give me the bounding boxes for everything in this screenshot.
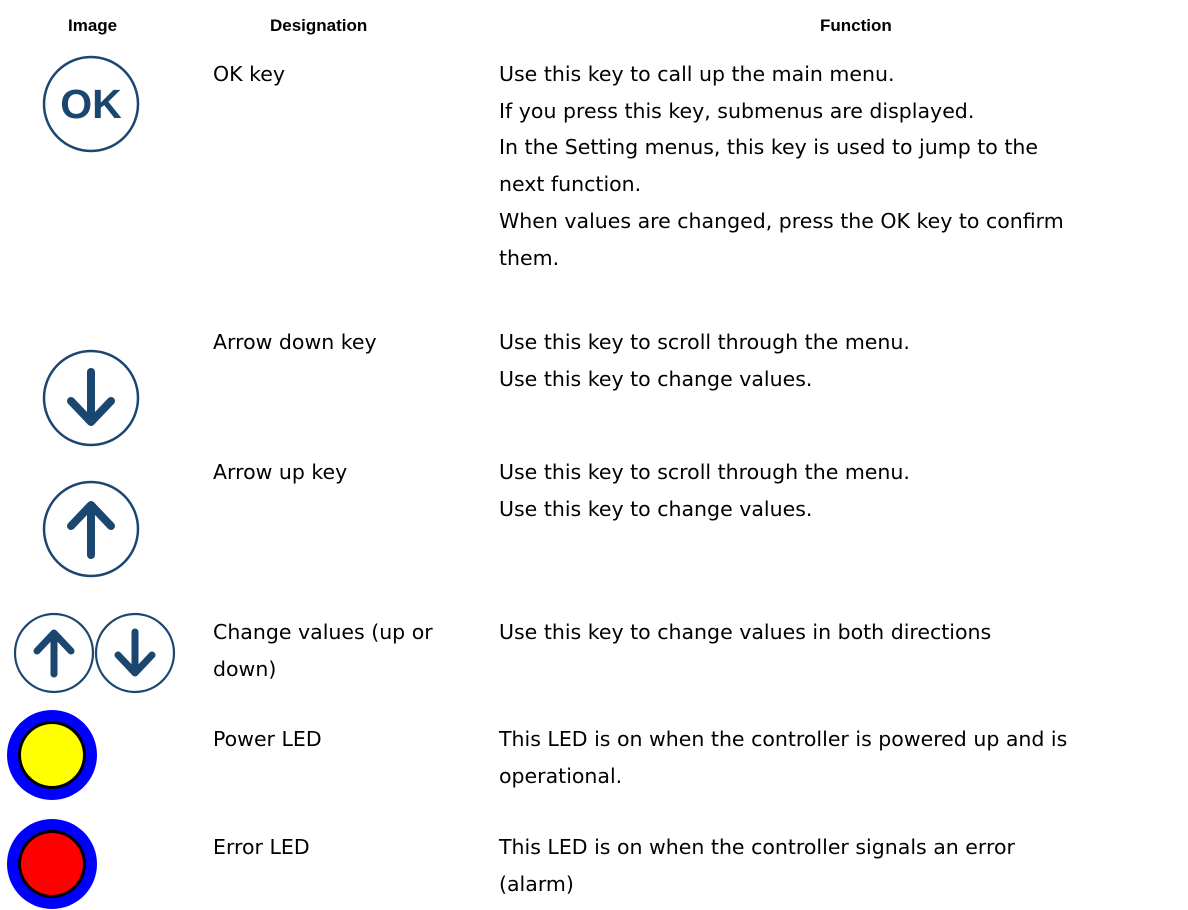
column-header-image: Image <box>68 16 118 35</box>
function-line: (alarm) <box>499 871 574 896</box>
designation-error-led: Error LED <box>213 829 483 866</box>
function-line: next function. <box>499 172 642 197</box>
function-line: operational. <box>499 763 623 788</box>
column-header-designation: Designation <box>270 16 368 35</box>
up-down-keys-icon <box>13 612 176 694</box>
designation-line: Power LED <box>213 727 322 751</box>
designation-change-values: Change values (up or down) <box>213 614 483 687</box>
function-line: When values are changed, press the OK ke… <box>499 208 1064 233</box>
designation-power-led: Power LED <box>213 721 483 758</box>
arrow-up-key-icon <box>42 480 140 578</box>
column-header-function: Function <box>820 16 892 35</box>
function-line: If you press this key, submenus are disp… <box>499 98 975 123</box>
power-led-icon <box>7 710 97 800</box>
function-line: This LED is on when the controller signa… <box>499 835 1015 859</box>
ok-key-icon: OK <box>42 55 140 153</box>
function-line: This LED is on when the controller is po… <box>499 727 1068 751</box>
designation-line: Arrow down key <box>213 330 377 354</box>
function-arrow-down-key: Use this key to scroll through the menu.… <box>499 324 1159 397</box>
function-arrow-up-key: Use this key to scroll through the menu.… <box>499 454 1159 527</box>
designation-arrow-down-key: Arrow down key <box>213 324 483 361</box>
designation-ok-key: OK key <box>213 56 483 93</box>
error-led-icon <box>7 819 97 909</box>
function-line: Use this key to scroll through the menu. <box>499 330 910 354</box>
function-change-values: Use this key to change values in both di… <box>499 614 1159 651</box>
function-line: Use this key to scroll through the menu. <box>499 460 910 484</box>
arrow-down-key-icon <box>42 349 140 447</box>
designation-line: Arrow up key <box>213 460 348 484</box>
designation-line: down) <box>213 656 277 681</box>
function-line: Use this key to change values. <box>499 496 813 521</box>
function-error-led: This LED is on when the controller signa… <box>499 829 1159 902</box>
designation-line: OK key <box>213 62 285 86</box>
ok-key-label: OK <box>60 81 122 127</box>
designation-line: Error LED <box>213 835 310 859</box>
function-line: them. <box>499 245 560 270</box>
function-line: Use this key to call up the main menu. <box>499 62 895 86</box>
designation-arrow-up-key: Arrow up key <box>213 454 483 491</box>
function-power-led: This LED is on when the controller is po… <box>499 721 1159 794</box>
function-line: Use this key to change values. <box>499 366 813 391</box>
designation-line: Change values (up or <box>213 620 433 644</box>
function-line: In the Setting menus, this key is used t… <box>499 135 1038 160</box>
function-ok-key: Use this key to call up the main menu. I… <box>499 56 1159 276</box>
function-line: Use this key to change values in both di… <box>499 620 992 644</box>
